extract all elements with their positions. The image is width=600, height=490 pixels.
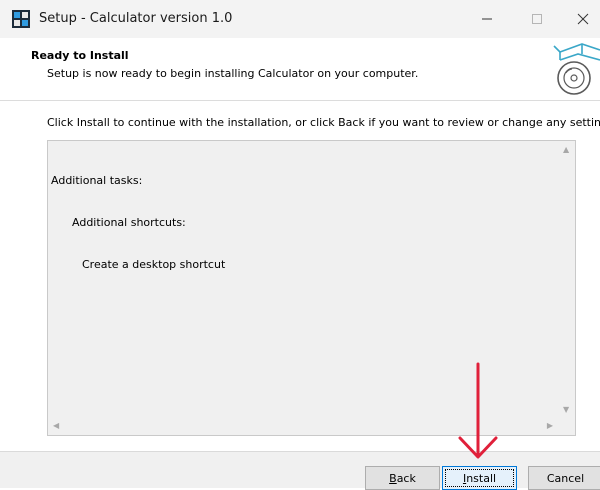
scrollbar-corner (558, 418, 575, 435)
instruction-text: Click Install to continue with the insta… (47, 116, 600, 129)
cancel-button[interactable]: Cancel (528, 466, 600, 490)
title-bar: Setup - Calculator version 1.0 (0, 0, 600, 38)
focus-rectangle (445, 469, 514, 487)
vertical-scrollbar[interactable]: ▲ ▼ (558, 141, 575, 418)
scroll-up-icon[interactable]: ▲ (563, 145, 569, 154)
back-button[interactable]: Back (365, 466, 440, 490)
minimize-icon (482, 18, 492, 20)
maximize-icon (532, 14, 542, 24)
page-title: Ready to Install (31, 49, 129, 62)
install-button[interactable]: Install (442, 466, 517, 490)
scroll-down-icon[interactable]: ▼ (563, 405, 569, 414)
minimize-button[interactable] (464, 0, 510, 38)
maximize-button[interactable] (514, 0, 560, 38)
close-icon (577, 13, 588, 25)
close-button[interactable] (565, 0, 600, 38)
window-title: Setup - Calculator version 1.0 (39, 11, 233, 26)
app-icon (12, 10, 30, 28)
scroll-right-icon[interactable]: ▶ (547, 421, 553, 430)
memo-content: Additional tasks: Additional shortcuts: … (51, 146, 225, 300)
install-box-icon (553, 43, 600, 95)
back-label: ack (396, 471, 416, 485)
memo-line-desktop: Create a desktop shortcut (82, 258, 226, 271)
cancel-label: Cancel (546, 471, 585, 485)
red-down-arrow-icon (458, 362, 498, 459)
memo-line-tasks: Additional tasks: (51, 174, 143, 187)
back-mnemonic: B (389, 471, 397, 485)
memo-line-shortcuts: Additional shortcuts: (72, 216, 186, 229)
header-separator (0, 100, 600, 101)
scroll-left-icon[interactable]: ◀ (53, 421, 59, 430)
page-subtitle: Setup is now ready to begin installing C… (47, 67, 419, 80)
